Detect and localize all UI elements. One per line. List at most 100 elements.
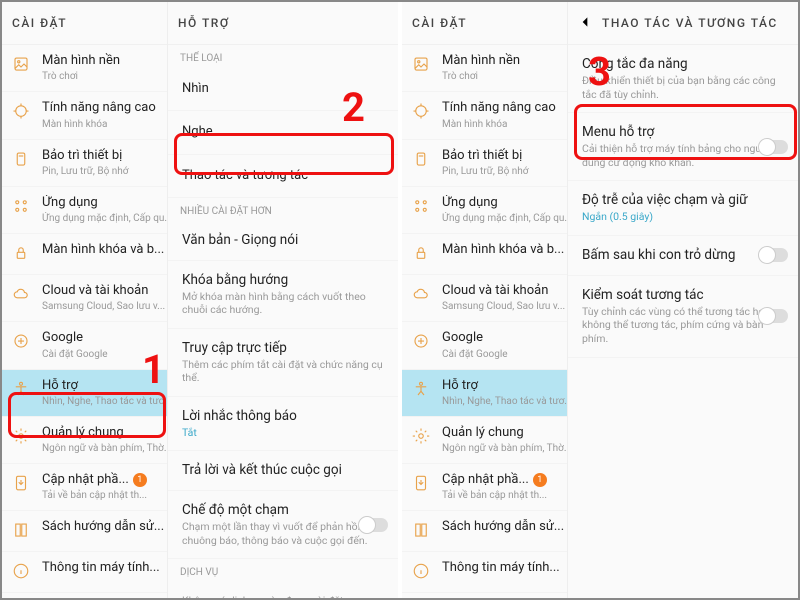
sidebar-item-info[interactable]: Thông tin máy tính... (402, 552, 567, 593)
maintenance-icon (412, 150, 434, 172)
settings-item-title: Menu hỗ trợ (582, 124, 784, 141)
cloud-icon (12, 285, 34, 307)
settings-item[interactable]: Lời nhắc thông báoTắt (168, 397, 398, 452)
settings-item-title: Kiểm soát tương tác (582, 287, 784, 304)
sidebar-item-lockscreen[interactable]: Màn hình khóa và b... (402, 234, 567, 275)
sidebar-item-label: Google (442, 330, 557, 346)
sidebar-item-manual[interactable]: Sách hướng dẫn sử... (402, 511, 567, 552)
services-empty: Không có dịch vụ nào được cài đặt. (168, 582, 398, 598)
settings-item-title: Chế độ một chạm (182, 502, 384, 519)
sidebar-item-label: Thông tin máy tính... (42, 560, 160, 576)
sidebar-item-label: Cập nhật phầ...1 (442, 472, 557, 488)
sidebar-item-label: Hỗ trợ (442, 378, 568, 394)
google-icon (412, 332, 434, 354)
sidebar-item-sub: Nhìn, Nghe, Thao tác và tươ... (42, 395, 168, 408)
more-settings-label: NHIỀU CÀI ĐẶT HƠN (168, 198, 398, 221)
toggle-switch[interactable] (760, 140, 788, 154)
settings-item-title: Trả lời và kết thúc cuộc gọi (182, 462, 384, 479)
wallpaper-icon (412, 55, 434, 77)
sidebar-item-advanced[interactable]: Tính năng nâng caoMàn hình khóa (402, 92, 567, 139)
settings-item[interactable]: Độ trễ của việc chạm và giữNgắn (0.5 giâ… (568, 181, 798, 236)
accessibility-icon (412, 380, 434, 402)
update-icon (412, 474, 434, 496)
category-item[interactable]: Thao tác và tương tác (168, 155, 398, 198)
toggle-switch[interactable] (760, 309, 788, 323)
sidebar-item-sub: Samsung Cloud, Sao lưu v... (42, 300, 165, 313)
category-label: Nghe (182, 124, 213, 140)
info-icon (12, 562, 34, 584)
sidebar-item-sub: Samsung Cloud, Sao lưu v... (442, 300, 565, 313)
manual-icon (412, 521, 434, 543)
sidebar-item-maintenance[interactable]: Bảo trì thiết bịPin, Lưu trữ, Bộ nhớ (402, 140, 567, 187)
sidebar-item-wallpaper[interactable]: Màn hình nềnTrò chơi (402, 45, 567, 92)
settings-item[interactable]: Kiểm soát tương tácTùy chỉnh các vùng có… (568, 276, 798, 358)
sidebar-item-manual[interactable]: Sách hướng dẫn sử... (2, 511, 167, 552)
settings-item[interactable]: Trả lời và kết thúc cuộc gọi (168, 451, 398, 491)
sidebar-item-sub: Ngôn ngữ và bàn phím, Thờ... (42, 442, 168, 455)
category-label: Nhìn (182, 81, 209, 97)
settings-item[interactable]: Văn bản - Giọng nói (168, 221, 398, 261)
settings-item-sub: Tắt (182, 426, 384, 440)
back-icon[interactable] (578, 14, 594, 33)
settings-item[interactable]: Chế độ một chạmChạm một lần thay vì vuốt… (168, 491, 398, 559)
sidebar-item-wallpaper[interactable]: Màn hình nềnTrò chơi (2, 45, 167, 92)
settings-item-title: Khóa bằng hướng (182, 272, 384, 289)
sidebar-item-cloud[interactable]: Cloud và tài khoảnSamsung Cloud, Sao lưu… (2, 275, 167, 322)
settings-header: CÀI ĐẶT (2, 2, 167, 45)
wallpaper-icon (12, 55, 34, 77)
manual-icon (12, 521, 34, 543)
sidebar-item-cloud[interactable]: Cloud và tài khoảnSamsung Cloud, Sao lưu… (402, 275, 567, 322)
settings-title: CÀI ĐẶT (12, 16, 67, 30)
settings-item-sub: Mở khóa màn hình bằng cách vuốt theo chu… (182, 290, 384, 317)
settings-item[interactable]: Khóa bằng hướngMở khóa màn hình bằng các… (168, 261, 398, 329)
sidebar-item-label: Tính năng nâng cao (42, 100, 157, 116)
lockscreen-icon (412, 244, 434, 266)
sidebar-item-google[interactable]: GoogleCài đặt Google (402, 322, 567, 369)
sidebar-item-sub: Ngôn ngữ và bàn phím, Thờ... (442, 442, 568, 455)
sidebar-item-general[interactable]: Quản lý chungNgôn ngữ và bàn phím, Thờ..… (2, 417, 167, 464)
sidebar-item-apps[interactable]: Ứng dụngỨng dụng mặc định, Cấp qu... (402, 187, 567, 234)
screenshot-1: CÀI ĐẶT Màn hình nềnTrò chơiTính năng nâ… (2, 2, 398, 598)
category-item[interactable]: Nghe (168, 111, 398, 154)
settings-item[interactable]: Menu hỗ trợCải thiện hỗ trợ máy tính bản… (568, 113, 798, 181)
accessibility-header: HỖ TRỢ (168, 2, 398, 45)
sidebar-item-sub: Trò chơi (42, 70, 157, 83)
sidebar-item-apps[interactable]: Ứng dụngỨng dụng mặc định, Cấp qu... (2, 187, 167, 234)
sidebar-item-label: Ứng dụng (442, 195, 568, 211)
info-icon (412, 562, 434, 584)
settings-item[interactable]: Công tắc đa năngĐiều khiển thiết bị của … (568, 45, 798, 113)
sidebar-item-sub: Ứng dụng mặc định, Cấp qu... (42, 212, 168, 225)
settings-item[interactable]: Bấm sau khi con trỏ dừng (568, 236, 798, 276)
sidebar-item-accessibility[interactable]: Hỗ trợNhìn, Nghe, Thao tác và tươ... (2, 370, 167, 417)
sidebar-item-update[interactable]: Cập nhật phầ...1Tải về bản cập nhật th..… (2, 464, 167, 511)
category-item[interactable]: Nhìn (168, 68, 398, 111)
apps-icon (12, 197, 34, 219)
sidebar-item-advanced[interactable]: Tính năng nâng cao Màn hình khóa (2, 92, 167, 139)
sidebar-item-sub: Màn hình khóa (42, 118, 157, 131)
sidebar-item-general[interactable]: Quản lý chungNgôn ngữ và bàn phím, Thờ..… (402, 417, 567, 464)
advanced-icon (412, 102, 434, 124)
services-label: DỊCH VỤ (168, 559, 398, 582)
sidebar-item-sub: Pin, Lưu trữ, Bộ nhớ (442, 165, 557, 178)
sidebar-item-label: Cloud và tài khoản (42, 283, 165, 299)
sidebar-item-maintenance[interactable]: Bảo trì thiết bịPin, Lưu trữ, Bộ nhớ (2, 140, 167, 187)
sidebar-item-update[interactable]: Cập nhật phầ...1Tải về bản cập nhật th..… (402, 464, 567, 511)
settings-item-sub: Ngắn (0.5 giây) (582, 210, 784, 224)
sidebar-item-label: Màn hình nền (442, 53, 557, 69)
sidebar-item-label: Bảo trì thiết bị (442, 148, 557, 164)
advanced-icon (12, 102, 34, 124)
sidebar-item-lockscreen[interactable]: Màn hình khóa và b... (2, 234, 167, 275)
toggle-switch[interactable] (360, 518, 388, 532)
settings-item[interactable]: Truy cập trực tiếpThêm các phím tắt cài … (168, 329, 398, 397)
sidebar-item-accessibility[interactable]: Hỗ trợNhìn, Nghe, Thao tác và tươ... (402, 370, 567, 417)
sidebar-item-label: Màn hình khóa và b... (442, 242, 564, 258)
sidebar-item-google[interactable]: GoogleCài đặt Google (2, 322, 167, 369)
toggle-switch[interactable] (760, 248, 788, 262)
maintenance-icon (12, 150, 34, 172)
sidebar-item-info[interactable]: Thông tin máy tính... (2, 552, 167, 593)
settings-item-sub: Cải thiện hỗ trợ máy tính bảng cho người… (582, 142, 784, 169)
update-icon (12, 474, 34, 496)
sidebar-item-sub: Cài đặt Google (42, 348, 157, 361)
settings-item-sub: Chạm một lần thay vì vuốt để phản hồi vớ… (182, 520, 384, 547)
accessibility-icon (12, 380, 34, 402)
